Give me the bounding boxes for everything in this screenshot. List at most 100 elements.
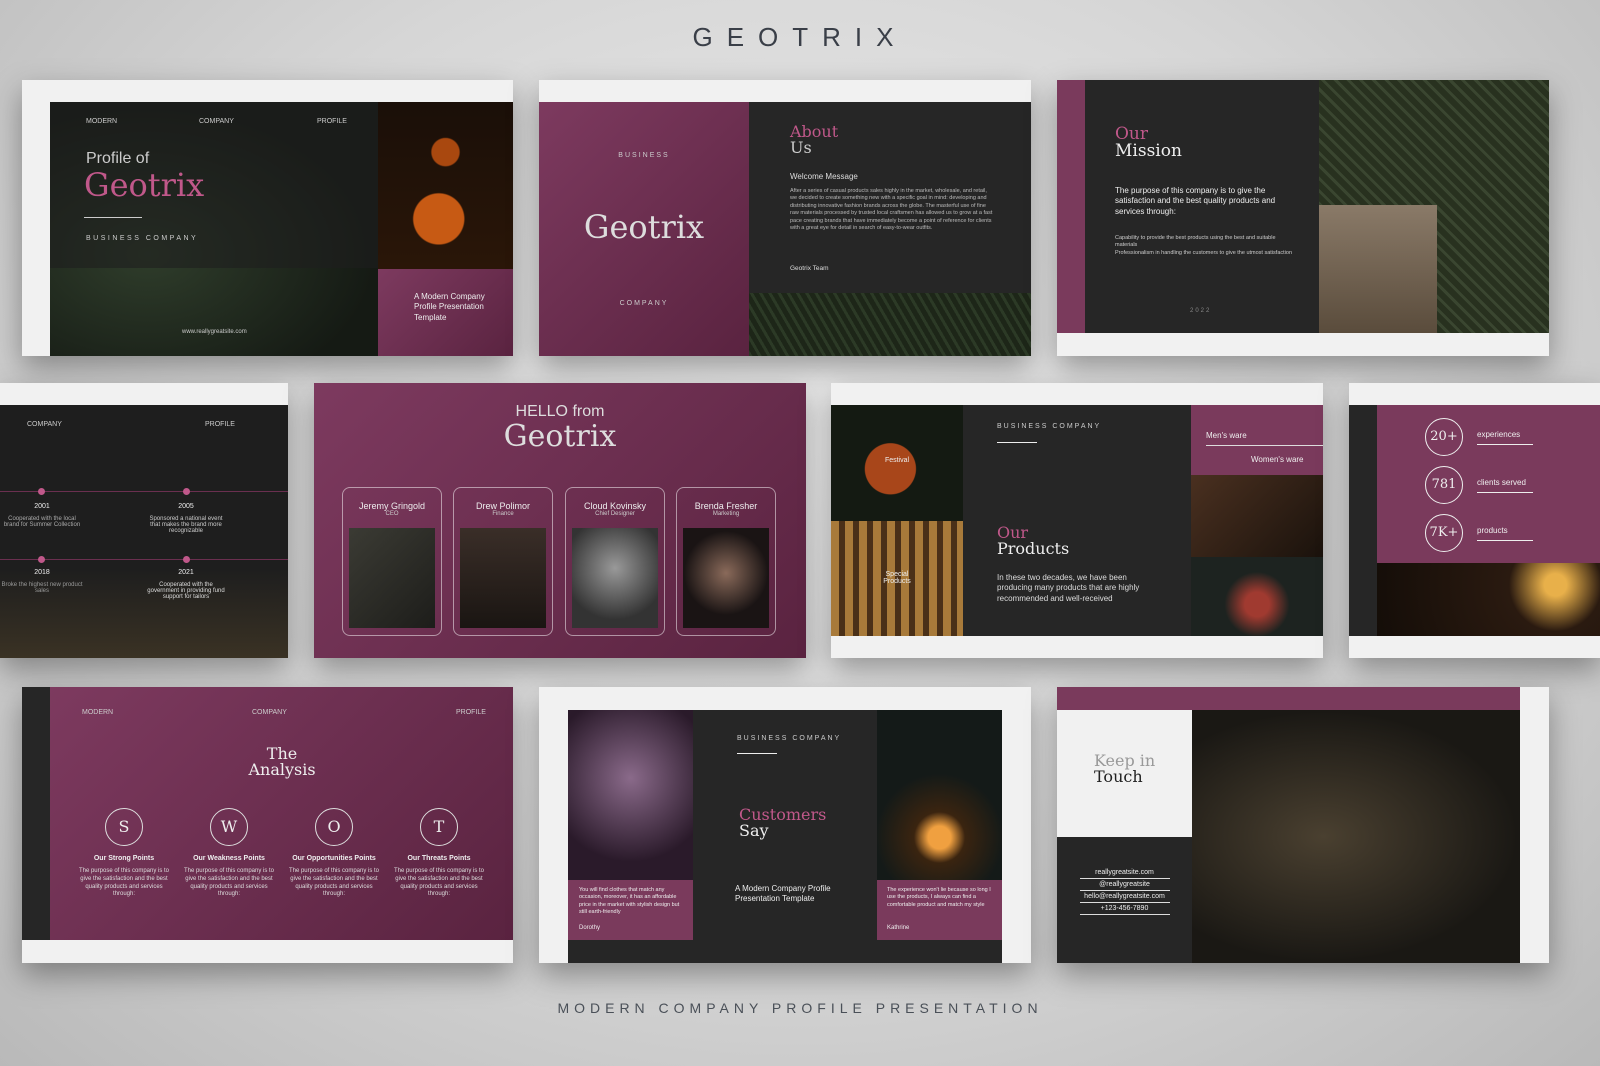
event-text: Cooperated with the government in provid… [147, 582, 225, 600]
lead: The purpose of this company is to give t… [1115, 186, 1276, 216]
swot-item: Our Threats Points The purpose of this co… [393, 855, 485, 899]
contact-social[interactable]: @reallygreatsite [1079, 879, 1170, 891]
slide-stats[interactable] [1349, 383, 1600, 658]
title: Products [997, 539, 1070, 558]
team-card[interactable]: Brenda Fresher Marketing [676, 487, 776, 636]
member-photo [683, 528, 769, 628]
slide-about[interactable]: BUSINESS Geotrix COMPANY About Us Welcom… [539, 80, 1031, 356]
company-label: COMPANY [619, 300, 669, 307]
stat-label: products [1477, 526, 1533, 541]
pumpkin-photo [378, 102, 513, 269]
event-year: 2005 [178, 503, 194, 510]
business-label: BUSINESS [618, 152, 670, 159]
nav-modern: MODERN [86, 118, 118, 125]
team-card[interactable]: Jeremy Gringold CEO [342, 487, 442, 636]
member-name: Brenda Fresher [694, 501, 758, 511]
member-role: CEO [385, 511, 399, 517]
quote-author: Kathrine [887, 925, 910, 931]
tab-mens-ware[interactable]: Men's ware [1206, 431, 1323, 446]
tagline: A Modern Company Profile Presentation Te… [735, 884, 831, 904]
event-year: 2001 [34, 503, 50, 510]
title: Mission [1115, 141, 1182, 161]
event-year: 2021 [178, 569, 194, 576]
slide-mission[interactable]: Our Mission The purpose of this company … [1057, 80, 1549, 356]
flowers-photo [1191, 557, 1323, 636]
contact-email[interactable]: hello@reallygreatsite.com [1079, 891, 1170, 903]
member-photo [349, 528, 435, 628]
slide-profile[interactable]: MODERN COMPANY PROFILE Profile of Geotri… [22, 80, 513, 356]
slide-testimonials[interactable]: You will find clothes that match any occ… [539, 687, 1031, 963]
member-name: Drew Polimor [475, 501, 530, 511]
photo-label: Special Products [883, 571, 911, 585]
title: Touch [1094, 767, 1143, 786]
swot-item: Our Weakness Points The purpose of this c… [183, 855, 275, 899]
subtitle: BUSINESS COMPANY [86, 235, 199, 242]
team-card[interactable]: Drew Polimor Finance [453, 487, 553, 636]
swot-title: Our Weakness Points [193, 855, 265, 862]
lantern-photo [877, 710, 1002, 880]
swot-title: Our Strong Points [93, 855, 155, 862]
event-text: Cooperated with the local brand for Summ… [3, 516, 81, 528]
points: Capability to provide the best products … [1115, 235, 1293, 256]
lamp-photo [1377, 563, 1600, 636]
member-role: Finance [492, 511, 514, 517]
contact-phone[interactable]: +123-456-7890 [1079, 903, 1170, 915]
swot-text: The purpose of this company is to give t… [288, 868, 380, 898]
stat-value: 20+ [1425, 418, 1463, 456]
title: Analysis [248, 760, 316, 779]
signature: Geotrix Team [790, 265, 829, 272]
event-year: 2018 [34, 569, 50, 576]
footer-title: MODERN COMPANY PROFILE PRESENTATION [557, 1000, 1043, 1016]
team-card[interactable]: Cloud Kovinsky Chief Designer [565, 487, 665, 636]
hand-photo [1192, 710, 1520, 963]
stat-value: 7K+ [1425, 514, 1463, 552]
heading: Welcome Message [790, 172, 858, 181]
year: 2022 [1190, 308, 1212, 314]
swot-text: The purpose of this company is to give t… [78, 868, 170, 898]
swot-text: The purpose of this company is to give t… [183, 868, 275, 898]
member-photo [460, 528, 546, 628]
nav-profile: PROFILE [456, 709, 486, 716]
swot-title: Our Opportunities Points [292, 855, 376, 862]
stat-label: experiences [1477, 430, 1533, 445]
slide-products[interactable]: Festival Special Products BUSINESS COMPA… [831, 383, 1323, 658]
swot-s-icon: S [105, 808, 143, 846]
quote-text: You will find clothes that match any occ… [579, 887, 680, 916]
swot-o-icon: O [315, 808, 353, 846]
member-photo [572, 528, 658, 628]
slide-timeline[interactable]: COMPANY PROFILE 2001 Cooperated with the … [0, 383, 288, 658]
member-name: Cloud Kovinsky [583, 501, 647, 511]
title: Geotrix [503, 419, 617, 454]
company-name: Geotrix [583, 208, 705, 246]
swot-w-icon: W [210, 808, 248, 846]
swot-item: Our Opportunities Points The purpose of t… [288, 855, 380, 899]
stat-value: 781 [1425, 466, 1463, 504]
title: Say [739, 821, 769, 840]
nav-modern: MODERN [82, 709, 114, 716]
swot-item: Our Strong Points The purpose of this com… [78, 855, 170, 899]
nav-profile: PROFILE [205, 421, 235, 428]
event-text: Broke the highest new product sales [1, 582, 83, 594]
nav-profile: PROFILE [317, 118, 347, 125]
label: BUSINESS COMPANY [997, 423, 1102, 430]
swot-t-icon: T [420, 808, 458, 846]
slide-contact[interactable]: Keep in Touch reallygreatsite.com @reall… [1057, 687, 1549, 963]
title: Us [790, 138, 812, 157]
member-role: Chief Designer [595, 511, 635, 517]
photo-label: Festival [884, 457, 910, 464]
contact-website[interactable]: reallygreatsite.com [1079, 867, 1170, 879]
label: BUSINESS COMPANY [737, 735, 842, 742]
member-role: Marketing [712, 511, 740, 517]
fern-photo [749, 293, 1031, 356]
website: www.reallygreatsite.com [182, 329, 247, 335]
tagline: A Modern Company Profile Presentation Te… [414, 292, 485, 322]
tab-womens-ware[interactable]: Women's ware [1251, 455, 1304, 464]
quote-text: The experience won't lie because so long… [887, 887, 991, 908]
member-name: Jeremy Gringold [358, 501, 426, 511]
title: Geotrix [84, 166, 205, 204]
nav-company: COMPANY [252, 709, 287, 716]
heather-photo [568, 710, 693, 880]
stat-label: clients served [1477, 478, 1533, 493]
body: After a series of casual products sales … [790, 188, 993, 232]
swot-title: Our Threats Points [407, 855, 471, 862]
